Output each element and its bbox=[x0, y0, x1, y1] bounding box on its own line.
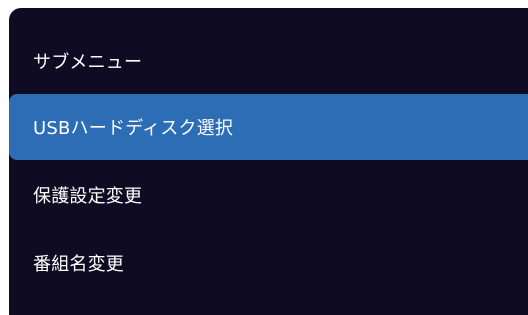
menu-item-rename-program[interactable]: 番組名変更 bbox=[9, 230, 528, 296]
menu-item-protection-settings[interactable]: 保護設定変更 bbox=[9, 162, 528, 228]
menu-item-usb-hdd-select[interactable]: USBハードディスク選択 bbox=[9, 94, 528, 160]
menu-item-label: USBハードディスク選択 bbox=[33, 118, 234, 139]
submenu-header-label: サブメニュー bbox=[33, 52, 143, 73]
submenu-panel: サブメニュー USBハードディスク選択 保護設定変更 番組名変更 bbox=[9, 8, 528, 315]
menu-item-label: 番組名変更 bbox=[33, 254, 124, 275]
menu-item-label: 保護設定変更 bbox=[33, 186, 143, 207]
submenu-header: サブメニュー bbox=[9, 28, 528, 94]
